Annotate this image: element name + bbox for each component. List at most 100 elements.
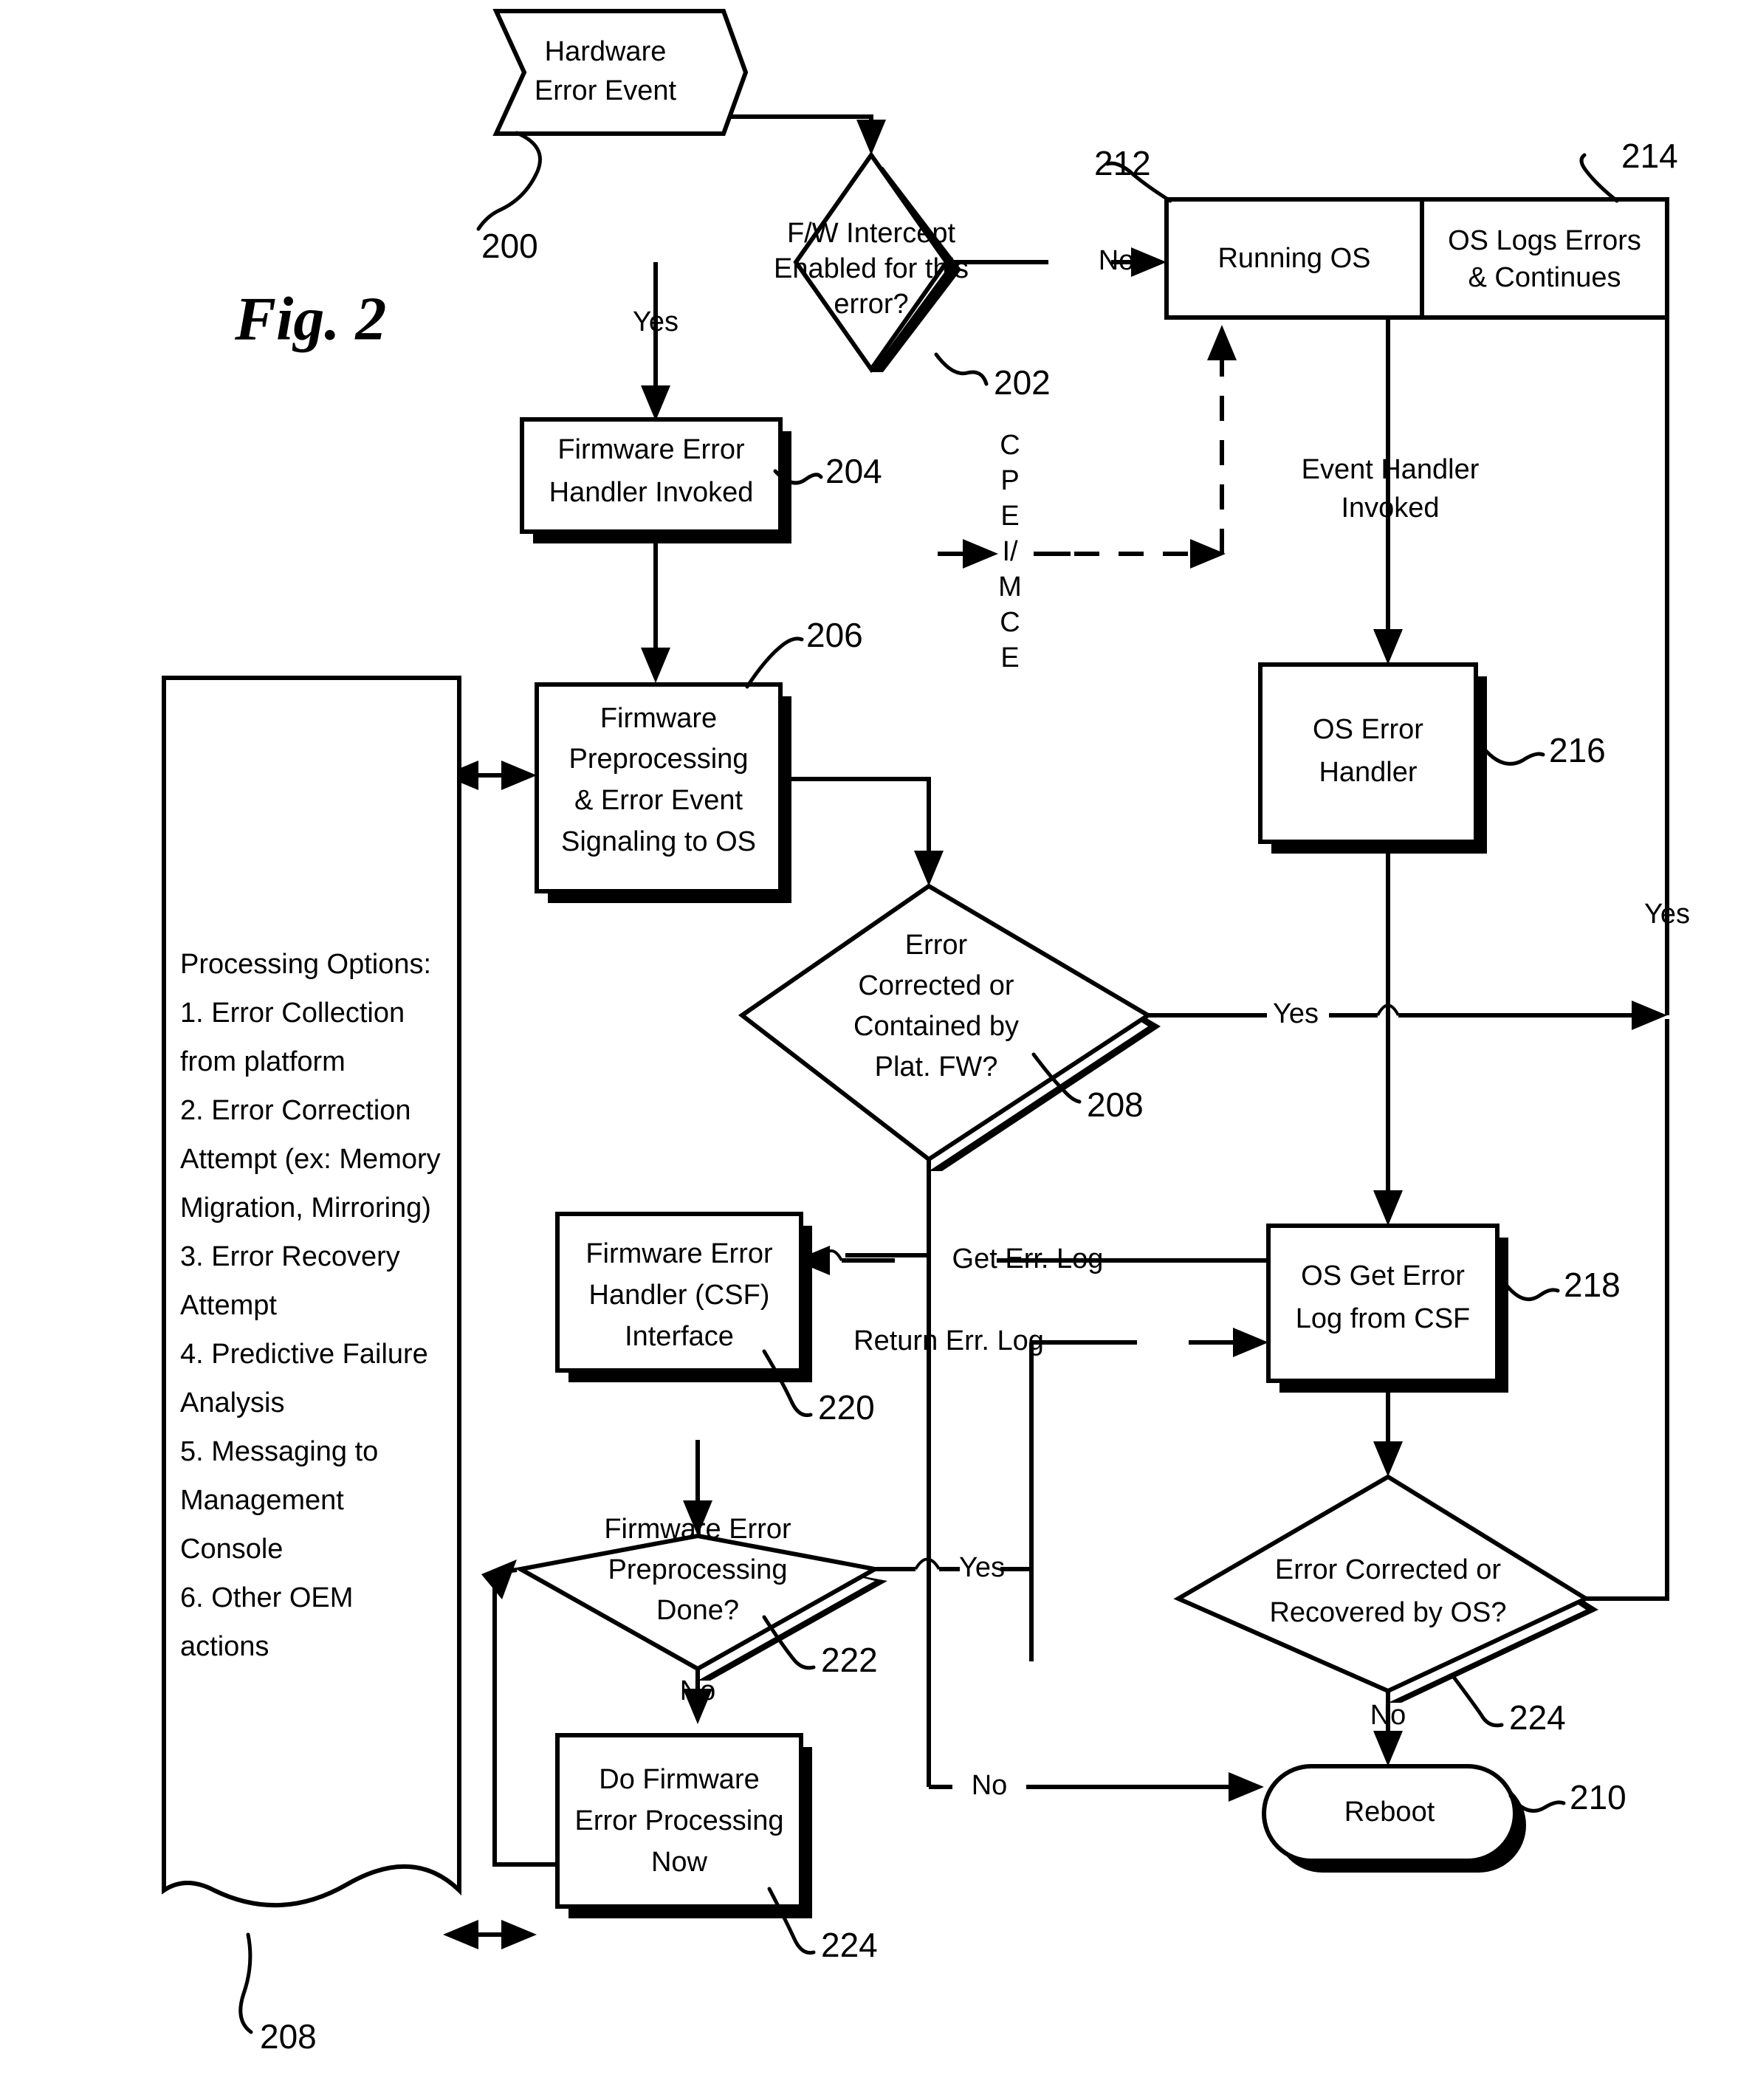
node-firmware-error-handler-invoked[interactable]: Firmware Error Handler Invoked [520, 417, 791, 543]
node-label-line-2: Handler [1319, 757, 1417, 788]
ref-number-208-note: 208 [260, 2017, 317, 2056]
node-os-get-error-log[interactable]: OS Get Error Log from CSF [1266, 1224, 1508, 1393]
node-hardware-error-event[interactable]: Hardware Error Event [492, 9, 749, 136]
option-line-0: Processing Options: [180, 949, 431, 980]
node-label-line-2: Preprocessing [569, 744, 749, 775]
node-label-line-3: error? [834, 289, 908, 320]
node-label-line-2: Handler Invoked [549, 477, 754, 508]
node-label-line-1: OS Get Error [1301, 1260, 1465, 1291]
node-label-line-1: Hardware [545, 36, 667, 67]
ref-number-224-box: 224 [821, 1926, 878, 1964]
node-os-error-handler[interactable]: OS Error Handler [1258, 662, 1487, 854]
option-line-5: Migration, Mirroring) [180, 1193, 431, 1224]
arrowhead-options-right [501, 761, 537, 790]
node-label-line-3: Now [651, 1847, 708, 1878]
node-label-line-1: F/W Intercept [787, 218, 955, 249]
edge-label-event-handler-2: Invoked [1341, 493, 1439, 524]
cpe-letter-1: P [1000, 465, 1019, 496]
arrowhead-no-to-reboot [1229, 1772, 1264, 1802]
arrowhead-oserrhandler-to-getlog [1373, 1190, 1403, 1226]
ref-number-216: 216 [1549, 731, 1606, 769]
edge-d224-yes [1586, 1019, 1669, 1601]
node-fw-intercept-decision[interactable]: F/W Intercept Enabled for this error? [774, 151, 969, 374]
edge-label-right-yes: Yes [1644, 899, 1690, 930]
leader-line-206 [745, 636, 804, 689]
cpe-letter-3: I/ [1002, 536, 1018, 567]
node-label-line-1: OS Error [1313, 714, 1423, 745]
arrowhead-preproc-to-diamond208 [914, 851, 944, 886]
ref-number-222: 222 [821, 1641, 878, 1679]
edge-label-get-err-log: Get Err. Log [952, 1243, 1104, 1274]
ref-number-210: 210 [1570, 1778, 1626, 1816]
node-error-corrected-by-fw-decision[interactable]: Error Corrected or Contained by Plat. FW… [738, 883, 1161, 1171]
node-label-line-2: Handler (CSF) [589, 1280, 770, 1311]
arrowhead-handler-to-preprocessing [641, 648, 670, 683]
edge-preproc-to-diamond208 [791, 777, 931, 871]
option-line-11: Management [180, 1485, 344, 1516]
arrowhead-options-dofw-right [501, 1920, 537, 1949]
cpe-letter-4: M [998, 572, 1022, 603]
edge-label-to-reboot-no: No [972, 1770, 1008, 1801]
node-processing-options-note: Processing Options: 1. Error Collection … [162, 676, 461, 1908]
node-label-line-1: Error Corrected or [1275, 1554, 1502, 1585]
node-firmware-error-handler-csf[interactable]: Firmware Error Handler (CSF) Interface [555, 1212, 812, 1382]
option-line-10: 5. Messaging to [180, 1436, 378, 1467]
option-line-9: Analysis [180, 1387, 285, 1418]
node-label-line-4: Signaling to OS [561, 826, 756, 857]
edge-dofw-loopback [492, 1573, 557, 1867]
edge-label-event-handler-1: Event Handler [1302, 454, 1480, 485]
option-line-3: 2. Error Correction [180, 1095, 411, 1126]
figure-title: Fig. 2 [234, 284, 386, 353]
option-line-6: 3. Error Recovery [180, 1241, 400, 1272]
option-line-2: from platform [180, 1046, 346, 1077]
node-label-line-2: Corrected or [858, 970, 1014, 1001]
arrowhead-start-to-intercept [856, 120, 886, 155]
ref-number-206: 206 [806, 616, 863, 654]
option-line-4: Attempt (ex: Memory [180, 1144, 441, 1175]
flowchart-canvas: Fig. 2 Hardware Error Event 200 F/W Inte… [162, 9, 1690, 2056]
node-error-corrected-by-os-decision[interactable]: Error Corrected or Recovered by OS? [1173, 1474, 1598, 1703]
option-line-7: Attempt [180, 1290, 277, 1321]
edge-label-intercept-no: No [1099, 245, 1135, 276]
cpe-letter-2: E [1000, 501, 1019, 532]
node-label-line-2: & Continues [1468, 262, 1621, 293]
node-label-line-1: Firmware Error [604, 1514, 791, 1545]
process-shape [1420, 197, 1669, 320]
node-os-logs-errors[interactable]: OS Logs Errors & Continues [1420, 197, 1669, 320]
leader-line-216 [1482, 747, 1545, 766]
edge-label-os-recovered-no: No [1370, 1700, 1406, 1731]
edge-label-preproc-done-yes: Yes [959, 1552, 1005, 1583]
ref-number-218: 218 [1564, 1266, 1621, 1304]
node-running-os[interactable]: Running OS [1164, 197, 1424, 320]
edge-dofw-loopback-tip [494, 1568, 518, 1575]
arrowhead-d208-yes [1632, 1001, 1667, 1030]
node-label-line-2: Log from CSF [1296, 1303, 1471, 1334]
option-line-13: 6. Other OEM [180, 1582, 353, 1613]
cpe-letter-0: C [1000, 430, 1020, 461]
edge-start-to-intercept [727, 114, 873, 140]
ref-number-208-diamond: 208 [1087, 1085, 1144, 1124]
node-do-firmware-error-processing[interactable]: Do Firmware Error Processing Now [555, 1733, 812, 1918]
arrowhead-dofw-loopback [481, 1559, 517, 1599]
edge-label-preproc-done-no: No [680, 1675, 716, 1706]
leader-line-224-diamond [1451, 1674, 1504, 1728]
node-label-line-2: Preprocessing [608, 1554, 788, 1585]
arrowhead-options-dofw-left [443, 1920, 478, 1949]
node-label-line-1: Error [905, 930, 968, 961]
leader-line-214 [1579, 153, 1619, 203]
option-line-12: Console [180, 1534, 283, 1565]
node-firmware-preprocessing[interactable]: Firmware Preprocessing & Error Event Sig… [535, 682, 791, 903]
node-label-line-1: Firmware Error [557, 434, 745, 465]
leader-line-208-note [238, 1932, 253, 2034]
node-label-line-1: Do Firmware [599, 1764, 759, 1795]
cpe-letter-6: E [1000, 642, 1019, 673]
cpe-letter-5: C [1000, 607, 1020, 638]
node-reboot[interactable]: Reboot [1262, 1764, 1526, 1873]
edge-label-return-err-log: Return Err. Log [853, 1325, 1044, 1356]
node-label-line-3: Contained by [853, 1011, 1019, 1042]
node-label-line-1: Firmware [600, 703, 717, 734]
node-label-line-1: OS Logs Errors [1448, 225, 1641, 256]
arrowhead-dashed-up [1207, 325, 1237, 360]
node-label-line-1: Running OS [1217, 243, 1370, 274]
option-line-8: 4. Predictive Failure [180, 1339, 428, 1370]
